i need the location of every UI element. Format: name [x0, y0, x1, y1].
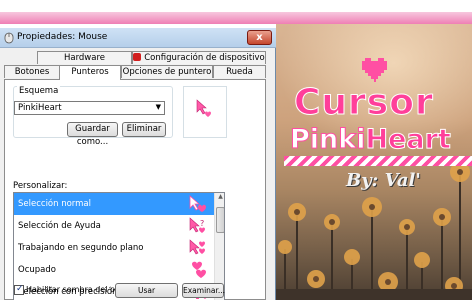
- use-default-button[interactable]: Usar predeterminado: [115, 283, 178, 300]
- promo-banner: Cursor PinkiHeart By: Val': [276, 24, 472, 300]
- list-item-label: Selección de Ayuda: [18, 221, 101, 231]
- tab-hardware-label: Hardware: [63, 53, 106, 63]
- scheme-select[interactable]: PinkiHeart ▼: [14, 101, 165, 115]
- banner-byline: By: Val': [346, 170, 421, 191]
- scheme-label: Esquema: [17, 86, 61, 96]
- save-as-button[interactable]: Guardar como...: [67, 122, 118, 147]
- busy-cursor-icon: [192, 261, 206, 278]
- banner-title-cursor: Cursor: [294, 82, 434, 124]
- normal-select-cursor-icon: [189, 195, 206, 212]
- list-item[interactable]: Trabajando en segundo plano: [14, 237, 214, 259]
- checkmark-icon: ✓: [16, 284, 24, 294]
- tab-wheel[interactable]: Rueda: [213, 65, 266, 78]
- list-item[interactable]: Selección normal: [14, 193, 214, 215]
- tab-pointer-options-label: Opciones de puntero: [122, 67, 212, 77]
- banner-stripe: [284, 156, 472, 166]
- mouse-icon: [4, 32, 14, 44]
- list-item[interactable]: Ocupado: [14, 259, 214, 281]
- tab-hardware[interactable]: Hardware: [37, 51, 132, 64]
- tab-device-config[interactable]: Configuración de dispositivo: [132, 51, 266, 64]
- title-bar: Propiedades: Mouse x: [0, 28, 276, 48]
- scroll-up-icon[interactable]: ▲: [215, 193, 224, 203]
- tab-device-config-label: Configuración de dispositivo: [144, 53, 265, 63]
- close-button[interactable]: x: [247, 30, 272, 45]
- list-item-label: Selección normal: [18, 199, 91, 209]
- top-strip: [0, 0, 472, 24]
- browse-button[interactable]: Examinar...: [182, 283, 225, 298]
- shadow-checkbox[interactable]: ✓: [14, 284, 24, 295]
- banner-title-heart: Heart: [365, 124, 451, 156]
- tab-buttons-label: Botones: [14, 67, 50, 77]
- scheme-select-value: PinkiHeart: [18, 103, 62, 113]
- pixel-heart-icon: [362, 58, 387, 82]
- chevron-down-icon: ▼: [155, 103, 161, 111]
- background-work-cursor-icon: [189, 239, 205, 255]
- svg-text:?: ?: [200, 219, 204, 228]
- preview-box: [183, 86, 227, 138]
- scroll-thumb[interactable]: [216, 207, 224, 233]
- banner-title-pinkiheart: PinkiHeart: [289, 124, 451, 156]
- mouse-properties-dialog: Propiedades: Mouse x Hardware Configurac…: [0, 28, 276, 300]
- pink-band: [0, 12, 472, 24]
- window-title: Propiedades: Mouse: [17, 32, 108, 42]
- tab-buttons[interactable]: Botones: [4, 65, 60, 78]
- delete-button[interactable]: Eliminar: [122, 122, 166, 137]
- banner-title-pinki: Pinki: [289, 124, 366, 156]
- list-item-label: Ocupado: [18, 265, 56, 275]
- tab-pointers-label: Punteros: [71, 67, 109, 77]
- list-item[interactable]: Selección de Ayuda ?: [14, 215, 214, 237]
- customize-label: Personalizar:: [13, 181, 68, 191]
- help-select-cursor-icon: ?: [189, 217, 205, 233]
- tab-pointers[interactable]: Punteros: [59, 65, 121, 80]
- tab-pointer-options[interactable]: Opciones de puntero: [121, 65, 213, 78]
- tab-wheel-label: Rueda: [226, 67, 253, 77]
- device-config-icon: [133, 53, 142, 61]
- list-item-label: Trabajando en segundo plano: [18, 243, 144, 253]
